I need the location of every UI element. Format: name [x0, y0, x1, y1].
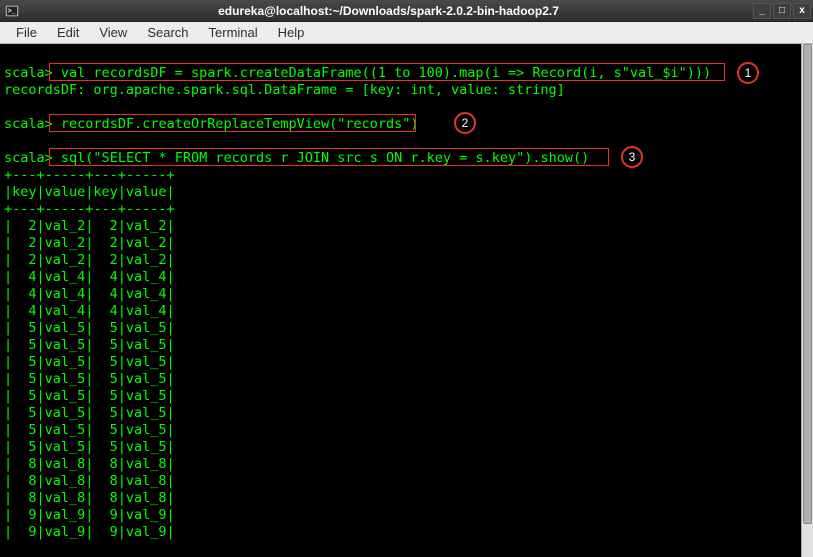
menu-search[interactable]: Search [137, 23, 198, 42]
table-row: | 5|val_5| 5|val_5| [4, 371, 809, 388]
table-sep: +---+-----+---+-----+ [4, 201, 809, 218]
table-row: | 5|val_5| 5|val_5| [4, 422, 809, 439]
prompt: scala> [4, 65, 53, 81]
minimize-button[interactable]: _ [753, 3, 771, 19]
scrollbar-thumb[interactable] [803, 44, 812, 524]
table-row: | 4|val_4| 4|val_4| [4, 303, 809, 320]
menu-terminal[interactable]: Terminal [199, 23, 268, 42]
annotation-circle-3: 3 [621, 146, 643, 168]
menu-help[interactable]: Help [268, 23, 315, 42]
scrollbar[interactable] [801, 44, 813, 557]
titlebar: >_ edureka@localhost:~/Downloads/spark-2… [0, 0, 813, 22]
annotation-circle-1: 1 [737, 62, 759, 84]
table-row: | 9|val_9| 9|val_9| [4, 507, 809, 524]
table-row: | 4|val_4| 4|val_4| [4, 286, 809, 303]
table-row: | 8|val_8| 8|val_8| [4, 473, 809, 490]
menu-edit[interactable]: Edit [47, 23, 89, 42]
table-row: | 5|val_5| 5|val_5| [4, 320, 809, 337]
annotation-circle-2: 2 [454, 112, 476, 134]
table-row: | 4|val_4| 4|val_4| [4, 269, 809, 286]
prompt: scala> [4, 150, 53, 166]
terminal-area[interactable]: scala> val recordsDF = spark.createDataF… [0, 44, 813, 557]
maximize-button[interactable]: □ [773, 3, 791, 19]
close-button[interactable]: x [793, 3, 811, 19]
table-row: | 9|val_9| 9|val_9| [4, 524, 809, 541]
terminal-icon: >_ [4, 3, 20, 19]
window-controls: _ □ x [753, 3, 811, 19]
menubar: File Edit View Search Terminal Help [0, 22, 813, 44]
table-row: | 2|val_2| 2|val_2| [4, 218, 809, 235]
table-row: | 5|val_5| 5|val_5| [4, 439, 809, 456]
terminal-blank-line [4, 48, 809, 65]
prompt: scala> [4, 116, 53, 132]
cmd-3: sql("SELECT * FROM records r JOIN src s … [61, 150, 589, 166]
table-sep: +---+-----+---+-----+ [4, 167, 809, 184]
table-row: | 5|val_5| 5|val_5| [4, 405, 809, 422]
menu-view[interactable]: View [89, 23, 137, 42]
cmd-1: val recordsDF = spark.createDataFrame((1… [61, 65, 711, 81]
menu-file[interactable]: File [6, 23, 47, 42]
table-row: | 5|val_5| 5|val_5| [4, 337, 809, 354]
svg-text:>_: >_ [8, 7, 16, 14]
table-row: | 8|val_8| 8|val_8| [4, 490, 809, 507]
table-header: |key|value|key|value| [4, 184, 809, 201]
window-title: edureka@localhost:~/Downloads/spark-2.0.… [24, 4, 753, 18]
output-1: recordsDF: org.apache.spark.sql.DataFram… [4, 82, 809, 99]
cmd-2: recordsDF.createOrReplaceTempView("recor… [61, 116, 419, 132]
table-row: | 5|val_5| 5|val_5| [4, 354, 809, 371]
table-row: | 2|val_2| 2|val_2| [4, 252, 809, 269]
table-row: | 8|val_8| 8|val_8| [4, 456, 809, 473]
terminal-blank-line [4, 133, 809, 150]
terminal-blank-line [4, 99, 809, 116]
table-row: | 2|val_2| 2|val_2| [4, 235, 809, 252]
table-row: | 5|val_5| 5|val_5| [4, 388, 809, 405]
